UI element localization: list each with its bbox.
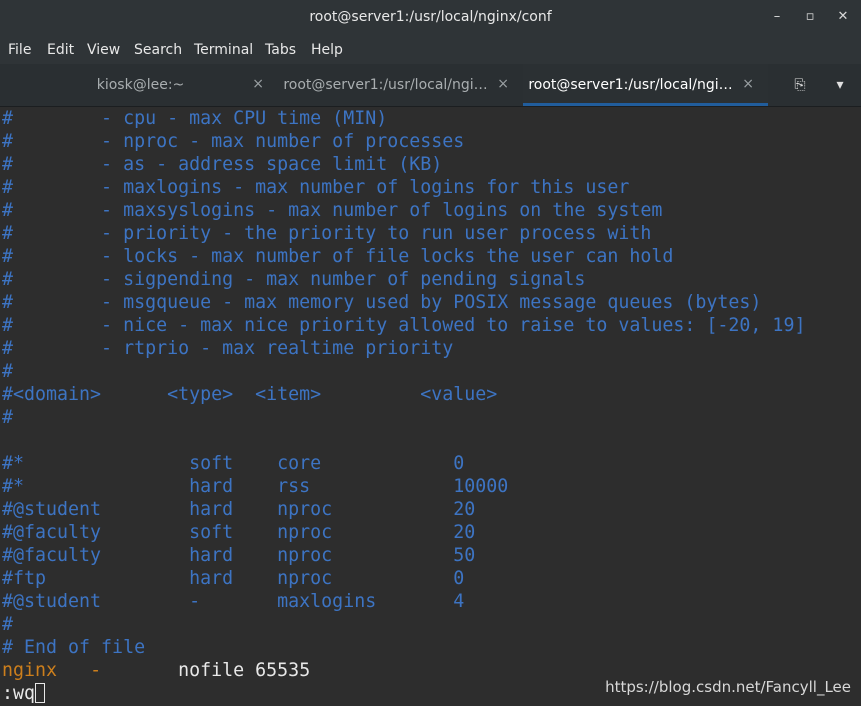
menu-bar: File Edit View Search Terminal Tabs Help: [0, 36, 861, 64]
terminal-line: # - rtprio - max realtime priority: [2, 338, 454, 359]
tab-kiosk[interactable]: kiosk@lee:~ ×: [33, 64, 278, 106]
terminal-line: # - as - address space limit (KB): [2, 154, 443, 175]
tab-close-icon[interactable]: ×: [497, 76, 509, 92]
menu-tabs[interactable]: Tabs: [265, 42, 296, 58]
menu-search[interactable]: Search: [134, 42, 182, 58]
minimize-icon[interactable]: –: [768, 8, 786, 26]
tab-label: kiosk@lee:~: [96, 77, 185, 93]
menu-terminal[interactable]: Terminal: [194, 42, 253, 58]
terminal-line: #ftp hard nproc 0: [2, 568, 465, 589]
terminal-line: #@student hard nproc 20: [2, 499, 476, 520]
tab-root-1[interactable]: root@server1:/usr/local/ngi… ×: [278, 64, 523, 106]
new-tab-icon[interactable]: ⎘: [790, 75, 810, 95]
terminal-line: #: [2, 614, 14, 635]
vim-command: :wq: [2, 683, 36, 704]
terminal-view[interactable]: # - cpu - max CPU time (MIN) # - nproc -…: [0, 107, 861, 706]
terminal-line: #@student - maxlogins 4: [2, 591, 465, 612]
text-cursor: [35, 683, 46, 703]
terminal-line: # - cpu - max CPU time (MIN): [2, 108, 388, 129]
tab-bar: kiosk@lee:~ × root@server1:/usr/local/ng…: [0, 64, 861, 107]
tab-close-icon[interactable]: ×: [252, 76, 264, 92]
menu-file[interactable]: File: [8, 42, 31, 58]
terminal-line: #: [2, 407, 14, 428]
nginx-limit-line: nginx - nofile 65535: [2, 659, 310, 682]
terminal-line: #@faculty soft nproc 20: [2, 522, 476, 543]
window-title: root@server1:/usr/local/nginx/conf: [309, 9, 552, 25]
terminal-line: #: [2, 361, 14, 382]
nginx-domain-gap: [57, 660, 90, 681]
tab-label: root@server1:/usr/local/ngi…: [283, 77, 488, 93]
watermark: https://blog.csdn.net/Fancyll_Lee: [605, 678, 851, 696]
menu-edit[interactable]: Edit: [47, 42, 74, 58]
terminal-line: # - msgqueue - max memory used by POSIX …: [2, 292, 762, 313]
terminal-line: # - priority - the priority to run user …: [2, 223, 652, 244]
menu-view[interactable]: View: [87, 42, 120, 58]
window-titlebar[interactable]: root@server1:/usr/local/nginx/conf – ▫ ✕: [0, 0, 861, 36]
nginx-type-gap: [101, 660, 178, 681]
tab-root-2-active[interactable]: root@server1:/usr/local/ngi… ×: [523, 64, 768, 106]
terminal-line: # End of file: [2, 637, 146, 658]
terminal-line: #<domain> <type> <item> <value>: [2, 384, 498, 405]
terminal-line: #* soft core 0: [2, 453, 465, 474]
tabs-menu-chevron-down-icon[interactable]: ▾: [830, 75, 850, 95]
nginx-domain: nginx: [2, 660, 58, 681]
terminal-line: # - locks - max number of file locks the…: [2, 246, 674, 267]
command-line[interactable]: :wq: [2, 682, 46, 705]
terminal-line: # - maxsyslogins - max number of logins …: [2, 200, 663, 221]
maximize-icon[interactable]: ▫: [801, 8, 819, 26]
tab-label: root@server1:/usr/local/ngi…: [528, 77, 733, 93]
nginx-item-value: nofile 65535: [178, 660, 311, 681]
terminal-line: # - maxlogins - max number of logins for…: [2, 177, 630, 198]
nginx-type: -: [90, 660, 102, 681]
terminal-line: #* hard rss 10000: [2, 476, 509, 497]
terminal-line: # - sigpending - max number of pending s…: [2, 269, 586, 290]
menu-help[interactable]: Help: [311, 42, 343, 58]
terminal-line: # - nice - max nice priority allowed to …: [2, 315, 806, 336]
close-icon[interactable]: ✕: [834, 8, 852, 26]
tab-close-icon[interactable]: ×: [742, 76, 754, 92]
terminal-line: #@faculty hard nproc 50: [2, 545, 476, 566]
active-tab-indicator: [523, 103, 768, 106]
terminal-line: # - nproc - max number of processes: [2, 131, 465, 152]
